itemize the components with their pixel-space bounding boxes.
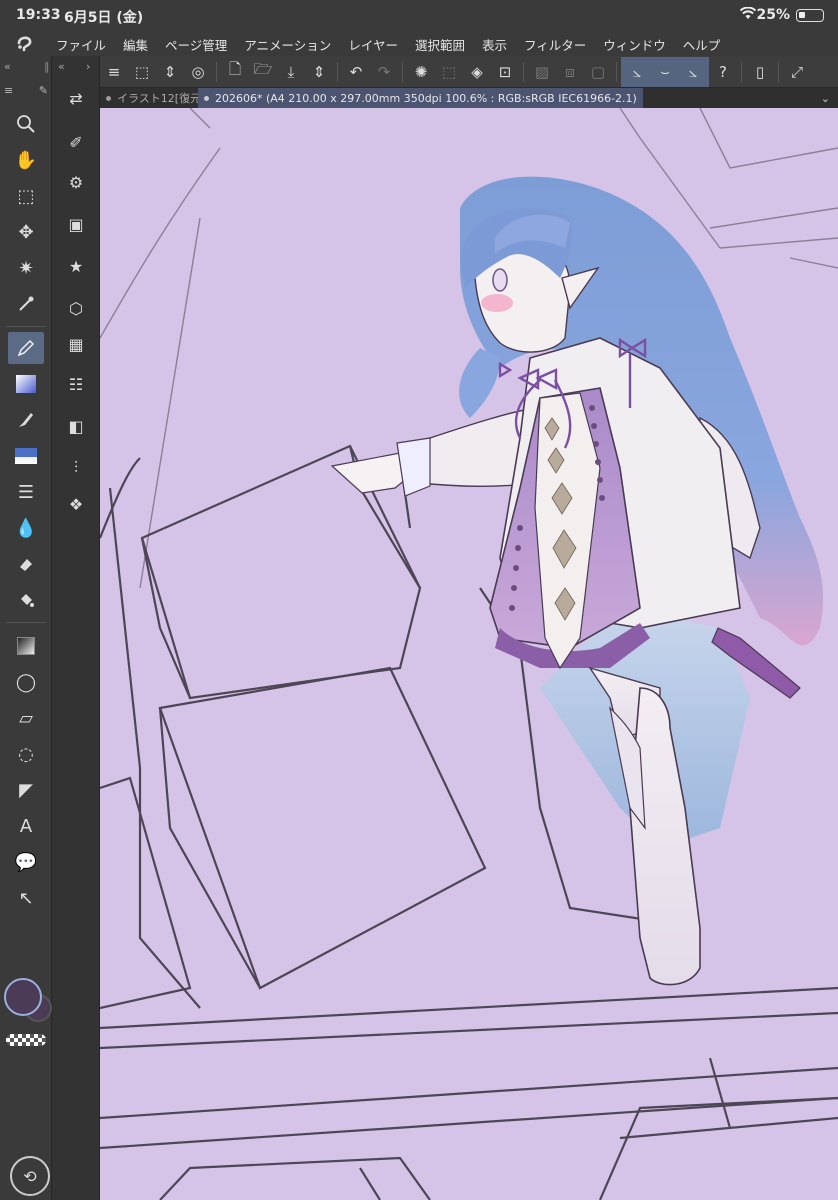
battery-percent: 25% [756,7,790,23]
pen-small-icon: ✎ [38,83,48,97]
material-icon[interactable]: ★ [62,252,90,280]
menu-help[interactable]: ヘルプ [683,35,721,54]
snap-special-ruler-icon[interactable]: ⌣ [654,61,676,83]
object-tool-icon[interactable]: ⬚ [8,180,44,212]
airbrush-tool-icon[interactable] [8,368,44,400]
snap-ruler-icon[interactable]: ⦣ [626,61,648,83]
layers-icon[interactable]: ❖ [62,490,90,518]
move-tool-icon[interactable]: ✥ [8,216,44,248]
main-color-swatch[interactable] [4,978,42,1016]
wifi-icon [739,6,757,24]
color-set-icon[interactable]: ▦ [62,330,90,358]
brush-settings-icon[interactable]: ✐ [62,128,90,156]
collapse-icon[interactable]: « [58,60,65,73]
gradient-tool-icon[interactable] [8,630,44,662]
menu-window[interactable]: ウィンドウ [603,35,666,54]
quick-access-icon[interactable]: ⬚ [131,61,153,83]
ruler-tool-icon[interactable]: ◤ [8,774,44,806]
eyedropper-icon[interactable] [8,288,44,320]
transform-icon[interactable]: ⊡ [494,61,516,83]
command-bar: ≡ ⬚ ⇕ ◎ 🗋 🗁 ⤓ ⇕ ↶ ↷ ✺ ⬚ ◈ ⊡ ▨ ⧈ ▢ ⦣ ⌣ ⦣ … [100,56,838,88]
save-icon[interactable]: ⤓ [280,61,302,83]
edge-keyboard-icon[interactable]: ⟲ [10,1156,50,1196]
pen-tool-icon[interactable] [8,332,44,364]
crop-icon[interactable]: ⧈ [559,61,581,83]
status-time: 19:33 [16,7,61,23]
new-file-icon[interactable]: 🗋 [224,60,246,83]
history-icon[interactable]: ☷ [62,370,90,398]
menu-animation[interactable]: アニメーション [244,35,331,54]
menu-layer[interactable]: レイヤー [348,35,398,54]
magic-wand-icon[interactable]: ✷ [8,252,44,284]
ruler-lines-icon[interactable]: ☰ [8,476,44,508]
menu-bar: ファイル 編集 ページ管理 アニメーション レイヤー 選択範囲 表示 フィルター… [0,32,838,56]
spiral-icon[interactable]: ◎ [187,61,209,83]
snap-grid-icon[interactable]: ⦣ [682,61,704,83]
collapse-icon[interactable]: « [4,60,11,73]
edge-keyboard-toolbar-icon[interactable]: ▯ [749,61,771,83]
redo-icon[interactable]: ↷ [373,61,395,83]
menu-lines-icon[interactable]: ≡ [4,84,13,97]
color-slider-icon[interactable]: ⫶ [62,454,90,482]
hamburger-menu-icon[interactable]: ≡ [103,61,125,83]
tool-property-icon[interactable]: ⚙ [62,168,90,196]
fill-icon[interactable]: ◈ [466,61,488,83]
menu-selection[interactable]: 選択範囲 [415,35,465,54]
loading-icon[interactable]: ✺ [410,61,432,83]
fill-tool-icon[interactable] [8,584,44,616]
open-folder-icon[interactable]: 🗁 [252,60,274,83]
clear-selection-icon[interactable]: ⬚ [438,61,460,83]
artwork [100,108,838,1200]
status-date: 6月5日 (金) [64,10,144,26]
sort-icon-2[interactable]: ⇕ [308,61,330,83]
eraser-tool-icon[interactable] [8,548,44,580]
status-bar: 19:33 6月5日 (金) 25% [0,0,838,32]
battery-icon [796,9,824,22]
3d-material-icon[interactable]: ⬡ [62,294,90,322]
text-tool-icon[interactable]: A [8,810,44,842]
hand-tool-icon[interactable]: ✋ [8,144,44,176]
zoom-tool-icon[interactable] [8,108,44,140]
lasso-tool-icon[interactable]: ◌ [8,738,44,770]
brush-tool-icon[interactable] [8,404,44,436]
tab-active-document[interactable]: 202606* (A4 210.00 x 297.00mm 350dpi 100… [198,88,643,108]
tab-illust12[interactable]: イラスト12[復元 [100,88,198,108]
frame-tool-icon[interactable]: ▱ [8,702,44,734]
chevron-down-icon[interactable]: ⌄ [821,92,830,105]
select-all-icon[interactable]: ▢ [587,61,609,83]
layer-property-icon[interactable]: ◧ [62,412,90,440]
menu-view[interactable]: 表示 [482,35,507,54]
transparent-color-swatch[interactable] [6,1034,46,1046]
balloon-tool-icon[interactable]: 💬 [8,846,44,878]
menu-filter[interactable]: フィルター [524,35,586,54]
shape-tool-icon[interactable]: ◯ [8,666,44,698]
menu-page[interactable]: ページ管理 [165,35,227,54]
drawing-canvas[interactable] [100,108,838,1200]
fullscreen-icon[interactable]: ⤢ [786,61,808,83]
help-icon[interactable]: ? [712,61,734,83]
stabilizer-group: ⦣ ⌣ ⦣ [621,56,709,87]
document-tabs: イラスト12[復元 202606* (A4 210.00 x 297.00mm … [100,88,838,108]
menu-edit[interactable]: 編集 [123,35,148,54]
undo-icon[interactable]: ↶ [345,61,367,83]
blend-tool-icon[interactable]: 💧 [8,512,44,544]
clear-outside-icon[interactable]: ▨ [531,61,553,83]
grip-icon[interactable]: ‖ [44,60,50,73]
sub-tool-icon[interactable]: ⇄ [62,84,90,112]
expand-icon[interactable]: › [86,60,90,73]
decoration-tool-icon[interactable] [8,440,44,472]
menu-file[interactable]: ファイル [56,35,106,54]
palette-bar: « › ⇄ ✐ ⚙ ▣ ★ ⬡ ▦ ☷ ◧ ⫶ ❖ [52,56,100,1200]
sort-icon[interactable]: ⇕ [159,61,181,83]
navigator-icon[interactable]: ▣ [62,210,90,238]
tool-palette: « ‖ ≡ ✎ ✋ ⬚ ✥ ✷ ☰ 💧 ◯ ▱ ◌ ◤ A 💬 ↖ ⟲ [0,56,52,1200]
app-logo-icon[interactable] [14,33,36,55]
correct-line-tool-icon[interactable]: ↖ [8,882,44,914]
